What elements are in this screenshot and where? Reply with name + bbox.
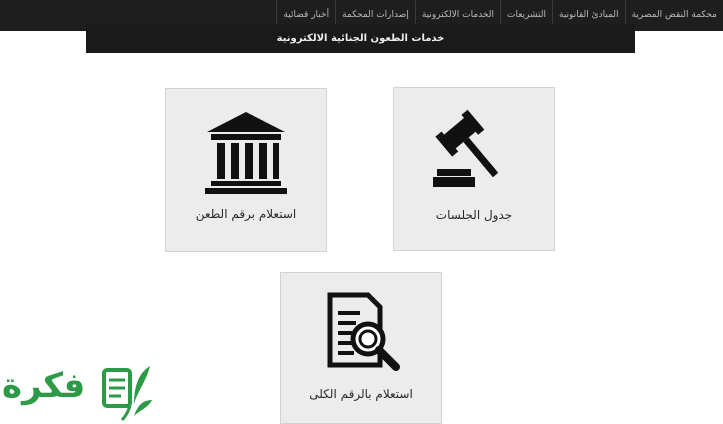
total-number-inquiry-card[interactable]: استعلام بالرقم الكلى <box>280 272 442 424</box>
sessions-schedule-card[interactable]: جدول الجلسات <box>393 87 555 251</box>
section-title: خدمات الطعون الجنائية الالكترونية <box>276 33 445 44</box>
sessions-schedule-label: جدول الجلسات <box>435 208 513 222</box>
courthouse-icon <box>166 107 326 195</box>
site-logo-watermark: فكرة <box>0 360 156 424</box>
total-number-inquiry-label: استعلام بالرقم الكلى <box>309 387 413 401</box>
appeal-number-inquiry-card[interactable]: استعلام برقم الطعن <box>165 88 327 252</box>
gavel-icon <box>394 106 554 194</box>
section-title-bar: خدمات الطعون الجنائية الالكترونية <box>86 24 635 53</box>
logo-text: فكرة <box>2 366 86 406</box>
nav-item-court-of-cassation[interactable]: محكمة النقض المصرية <box>624 0 723 31</box>
appeal-number-inquiry-label: استعلام برقم الطعن <box>195 207 297 221</box>
document-leaf-icon <box>102 366 152 422</box>
document-search-icon <box>281 289 441 377</box>
